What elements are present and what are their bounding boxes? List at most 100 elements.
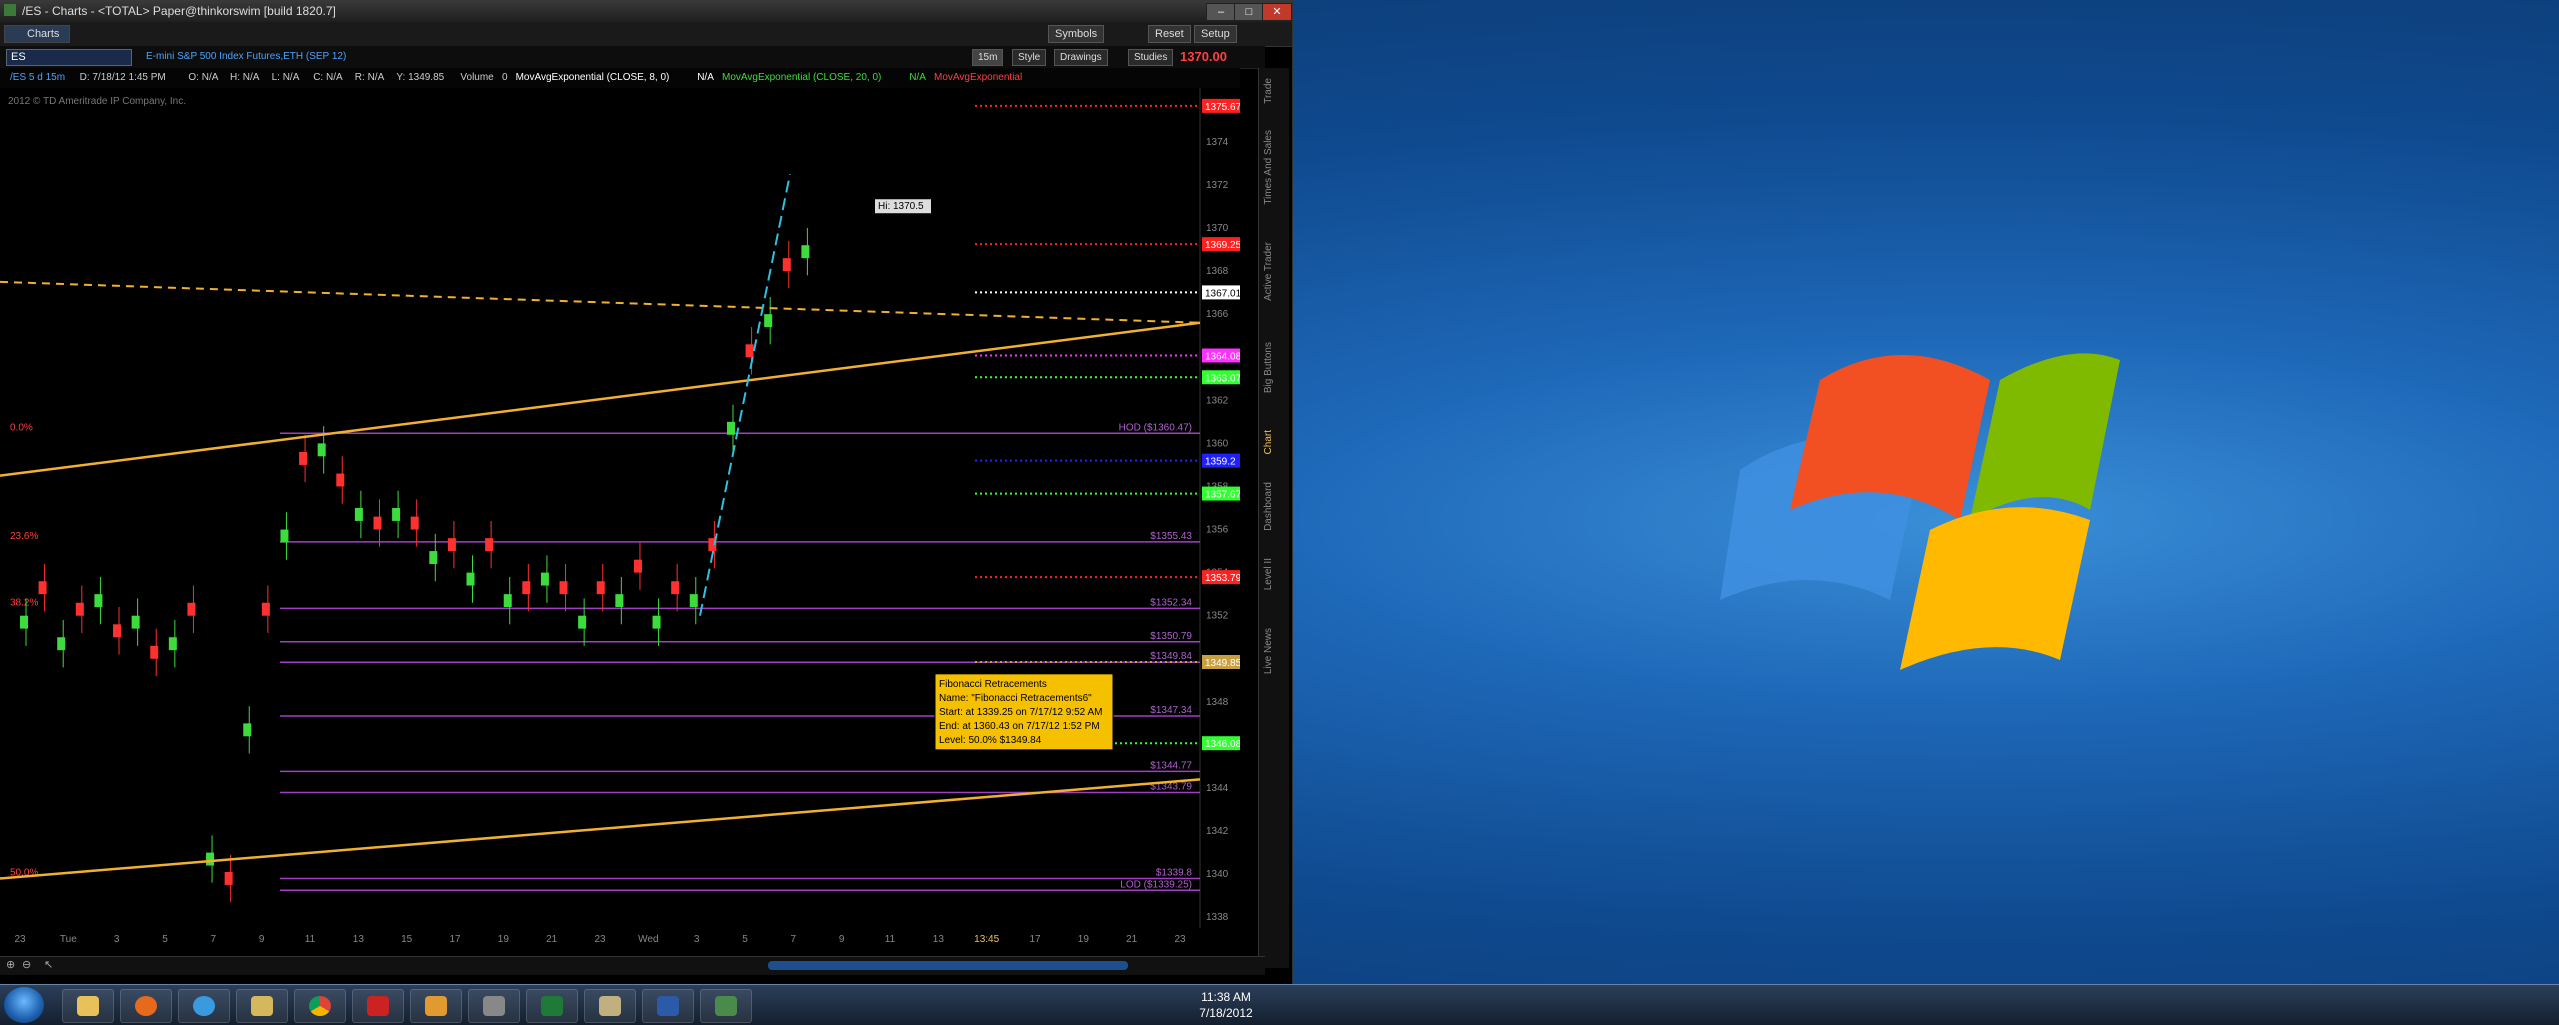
price-label: 1359.2: [1205, 457, 1236, 468]
candle-body: [633, 559, 642, 573]
library-icon: [251, 996, 273, 1016]
candle-body: [596, 581, 605, 595]
candle-body: [243, 723, 252, 737]
sidebar-tab-level-ii[interactable]: Level II: [1263, 558, 1274, 590]
x-tick-label: 7: [211, 934, 217, 945]
cursor-icon[interactable]: ↖: [44, 958, 53, 971]
candle-body: [801, 245, 810, 259]
reset-button[interactable]: Reset: [1148, 25, 1191, 43]
x-tick-label: 7: [791, 934, 797, 945]
study-item: MovAvgExponential (CLOSE, 8, 0): [515, 72, 670, 83]
x-tick-label: 23: [1174, 934, 1186, 945]
tab-row: Charts Symbols Reset Setup: [0, 22, 1292, 47]
tab-charts[interactable]: Charts: [4, 25, 71, 43]
sidebar-tab-trade[interactable]: Trade: [1263, 78, 1274, 104]
last-price: 1370.00: [1180, 49, 1227, 64]
study-legend-row: /ES 5 d 15m D: 7/18/12 1:45 PM O: N/A H: N/…: [0, 68, 1240, 88]
close-button[interactable]: ✕: [1262, 3, 1292, 21]
candle-body: [38, 581, 47, 595]
y-tick-label: 1370: [1206, 223, 1229, 234]
taskbar-folder[interactable]: [236, 989, 288, 1023]
fib-level-label: 38.2%: [10, 597, 38, 608]
taskbar-excel[interactable]: [526, 989, 578, 1023]
x-tick-label: 17: [1029, 934, 1041, 945]
taskbar: 11:38 AM 7/18/2012: [0, 984, 2559, 1025]
chart-toolbar: ES E-mini S&P 500 Index Futures,ETH (SEP…: [0, 46, 1265, 69]
excel-icon: [541, 996, 563, 1016]
study-item: O: N/A: [188, 72, 219, 83]
price-label: 1363.07: [1205, 373, 1240, 384]
price-label: 1357.67: [1205, 490, 1240, 501]
pdf-icon: [367, 996, 389, 1016]
minimize-button[interactable]: –: [1206, 3, 1236, 21]
y-tick-label: 1342: [1206, 826, 1229, 837]
drawings-button[interactable]: Drawings: [1054, 49, 1108, 66]
sidebar-tab-active-trader[interactable]: Active Trader: [1263, 242, 1274, 301]
fib-tooltip-line: Fibonacci Retracements: [939, 679, 1047, 690]
x-tick-label: Tue: [60, 934, 77, 945]
style-button[interactable]: Style: [1012, 49, 1047, 66]
candle-body: [373, 516, 382, 530]
sidebar-tab-live-news[interactable]: Live News: [1263, 628, 1274, 674]
sidebar-tab-chart[interactable]: Chart: [1263, 430, 1274, 454]
y-tick-label: 1348: [1206, 697, 1229, 708]
horizontal-scrollbar[interactable]: [768, 961, 1128, 970]
y-tick-label: 1368: [1206, 266, 1229, 277]
zoom-out-icon[interactable]: ⊖: [22, 958, 31, 971]
sidebar-tab-dashboard[interactable]: Dashboard: [1263, 482, 1274, 531]
candle-body: [261, 602, 270, 616]
x-tick-label: 13: [933, 934, 945, 945]
x-tick-label: 9: [259, 934, 265, 945]
fib-level-price: $1352.34: [1150, 597, 1192, 608]
candle-body: [466, 572, 475, 586]
taskbar-pdf[interactable]: [352, 989, 404, 1023]
candle-body: [57, 637, 66, 651]
candle-body: [280, 529, 289, 543]
symbols-button[interactable]: Symbols: [1048, 25, 1105, 43]
study-item: D: 7/18/12 1:45 PM: [79, 72, 166, 83]
study-item: N/A: [909, 72, 926, 83]
taskbar-chrome[interactable]: [294, 989, 346, 1023]
window-titlebar: /ES - Charts - <TOTAL> Paper@thinkorswim…: [0, 0, 1292, 22]
candle-body: [559, 581, 568, 595]
chart-app-icon: [715, 996, 737, 1016]
sidebar-tab-times-and-sales[interactable]: Times And Sales: [1263, 130, 1274, 205]
price-chart[interactable]: 1338134013421344134613481350135213541356…: [0, 88, 1240, 948]
thinkorswim-icon: [483, 996, 505, 1016]
taskbar-chart-app[interactable]: [700, 989, 752, 1023]
study-item: Y: 1349.85: [396, 72, 445, 83]
zoom-in-icon[interactable]: ⊕: [6, 958, 15, 971]
taskbar-word[interactable]: [642, 989, 694, 1023]
system-clock[interactable]: 11:38 AM 7/18/2012: [1186, 989, 1266, 1021]
right-sidebar: Trade Times And Sales Active Trader Big But…: [1258, 68, 1289, 968]
x-tick-label: 17: [449, 934, 461, 945]
x-tick-label: 21: [546, 934, 558, 945]
taskbar-thinkorswim[interactable]: [468, 989, 520, 1023]
setup-button[interactable]: Setup: [1194, 25, 1237, 43]
fib-level-price: $1350.79: [1150, 631, 1192, 642]
y-tick-label: 1372: [1206, 180, 1229, 191]
x-tick-label: 5: [162, 934, 168, 945]
candle-body: [503, 594, 512, 608]
symbol-input[interactable]: ES: [6, 49, 132, 66]
candle-body: [652, 615, 661, 629]
sidebar-tab-big-buttons[interactable]: Big Buttons: [1263, 342, 1274, 393]
hi-label: Hi: 1370.5: [878, 201, 924, 212]
y-tick-label: 1360: [1206, 438, 1229, 449]
taskbar-explorer[interactable]: [62, 989, 114, 1023]
taskbar-app[interactable]: [410, 989, 462, 1023]
maximize-button[interactable]: □: [1234, 3, 1264, 21]
taskbar-firefox[interactable]: [120, 989, 172, 1023]
paint-icon: [599, 996, 621, 1016]
taskbar-ie[interactable]: [178, 989, 230, 1023]
timeframe-selector[interactable]: 15m: [972, 49, 1004, 66]
candle-body: [522, 581, 531, 595]
start-button[interactable]: [4, 987, 44, 1023]
candle-body: [354, 508, 363, 521]
y-tick-label: 1374: [1206, 137, 1229, 148]
studies-button[interactable]: Studies: [1128, 49, 1174, 66]
candle-body: [745, 344, 754, 358]
taskbar-paint[interactable]: [584, 989, 636, 1023]
fib-level-label: 0.0%: [10, 422, 33, 433]
study-item: N/A: [697, 72, 714, 83]
